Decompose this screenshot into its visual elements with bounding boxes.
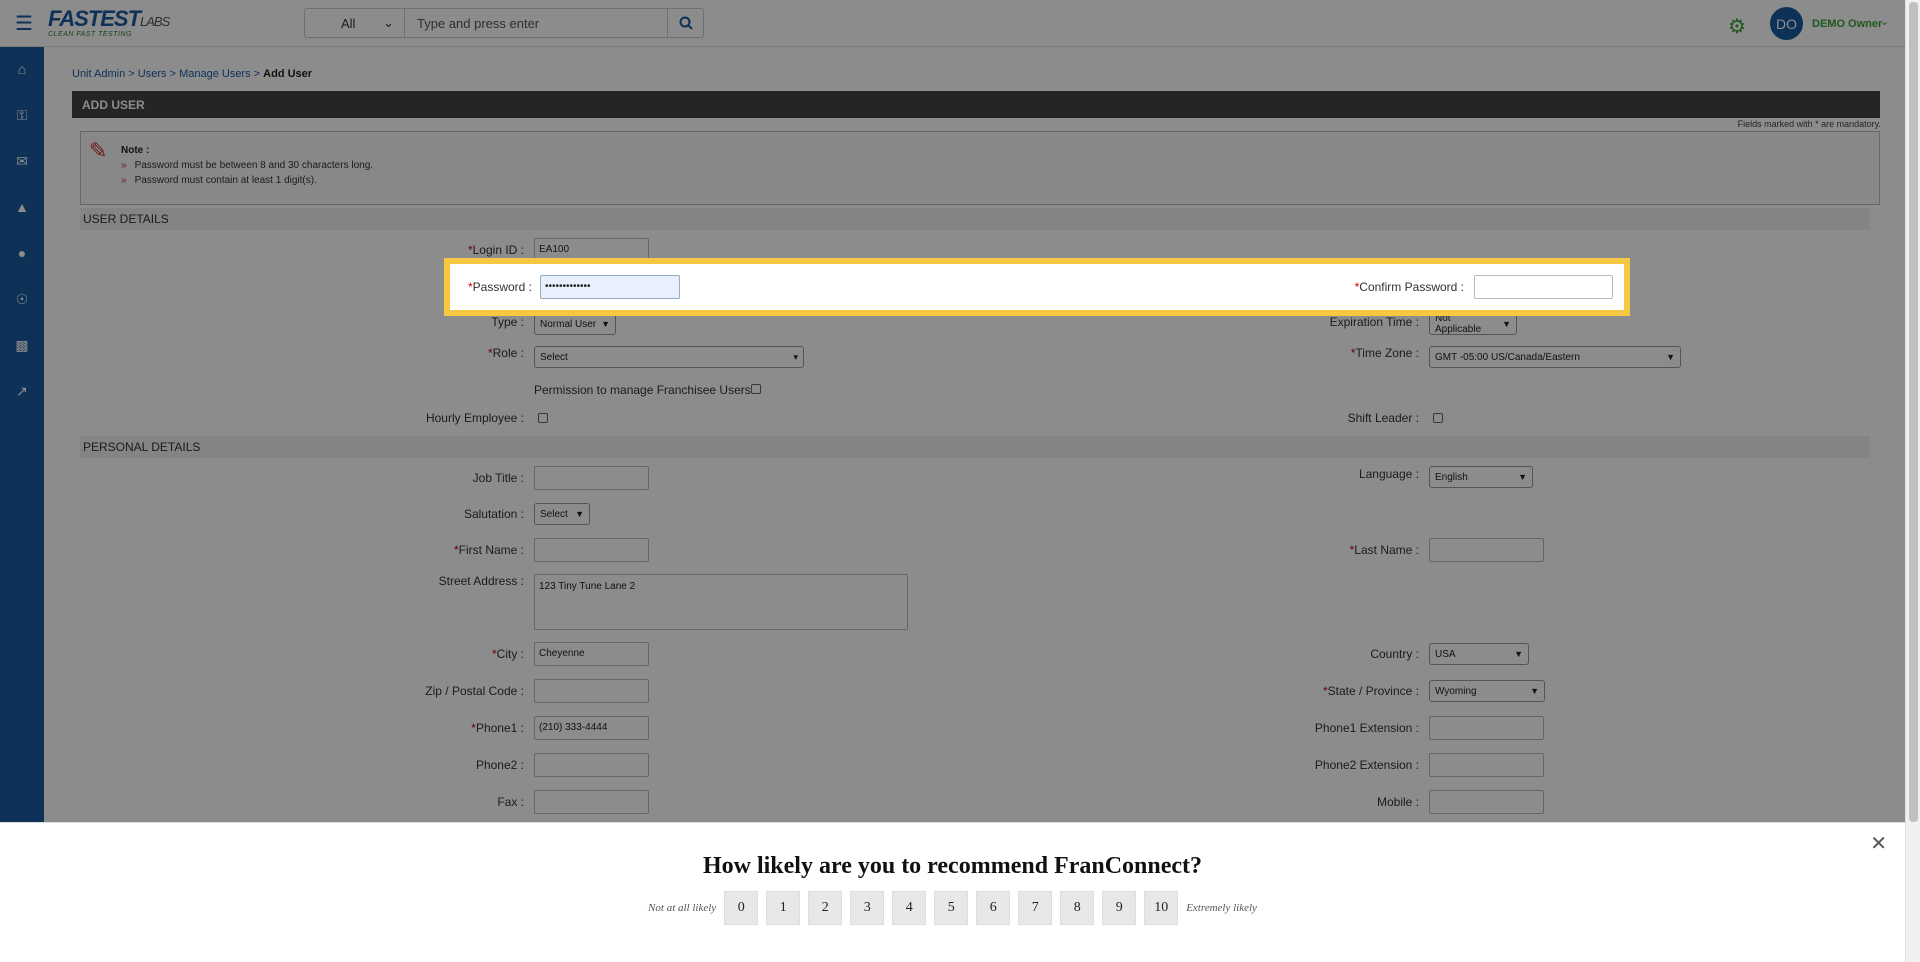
scale-option-8[interactable]: 8: [1060, 891, 1095, 925]
nps-survey-panel: ✕ How likely are you to recommend FranCo…: [0, 822, 1905, 962]
scale-option-1[interactable]: 1: [766, 891, 801, 925]
survey-scale: Not at all likely 0 1 2 3 4 5 6 7 8 9 10…: [0, 891, 1905, 925]
scale-option-3[interactable]: 3: [850, 891, 885, 925]
scale-option-4[interactable]: 4: [892, 891, 927, 925]
scale-high-label: Extremely likely: [1186, 902, 1257, 914]
focus-dim-overlay: [0, 0, 1905, 822]
scale-option-6[interactable]: 6: [976, 891, 1011, 925]
scale-option-0[interactable]: 0: [724, 891, 759, 925]
scale-option-10[interactable]: 10: [1144, 891, 1179, 925]
password-field[interactable]: •••••••••••••: [540, 275, 680, 299]
scale-option-7[interactable]: 7: [1018, 891, 1053, 925]
scale-low-label: Not at all likely: [648, 902, 717, 914]
scale-option-2[interactable]: 2: [808, 891, 843, 925]
confirm-password-field[interactable]: [1474, 275, 1613, 299]
scale-option-5[interactable]: 5: [934, 891, 969, 925]
scrollbar-thumb[interactable]: [1909, 2, 1918, 822]
survey-question: How likely are you to recommend FranConn…: [702, 853, 1203, 879]
page-scrollbar[interactable]: [1905, 0, 1920, 962]
scale-option-9[interactable]: 9: [1102, 891, 1137, 925]
password-label: *Password :: [467, 280, 532, 294]
confirm-password-label: *Confirm Password :: [1354, 280, 1464, 294]
password-row-highlight: *Password : ••••••••••••• *Confirm Passw…: [444, 258, 1630, 316]
